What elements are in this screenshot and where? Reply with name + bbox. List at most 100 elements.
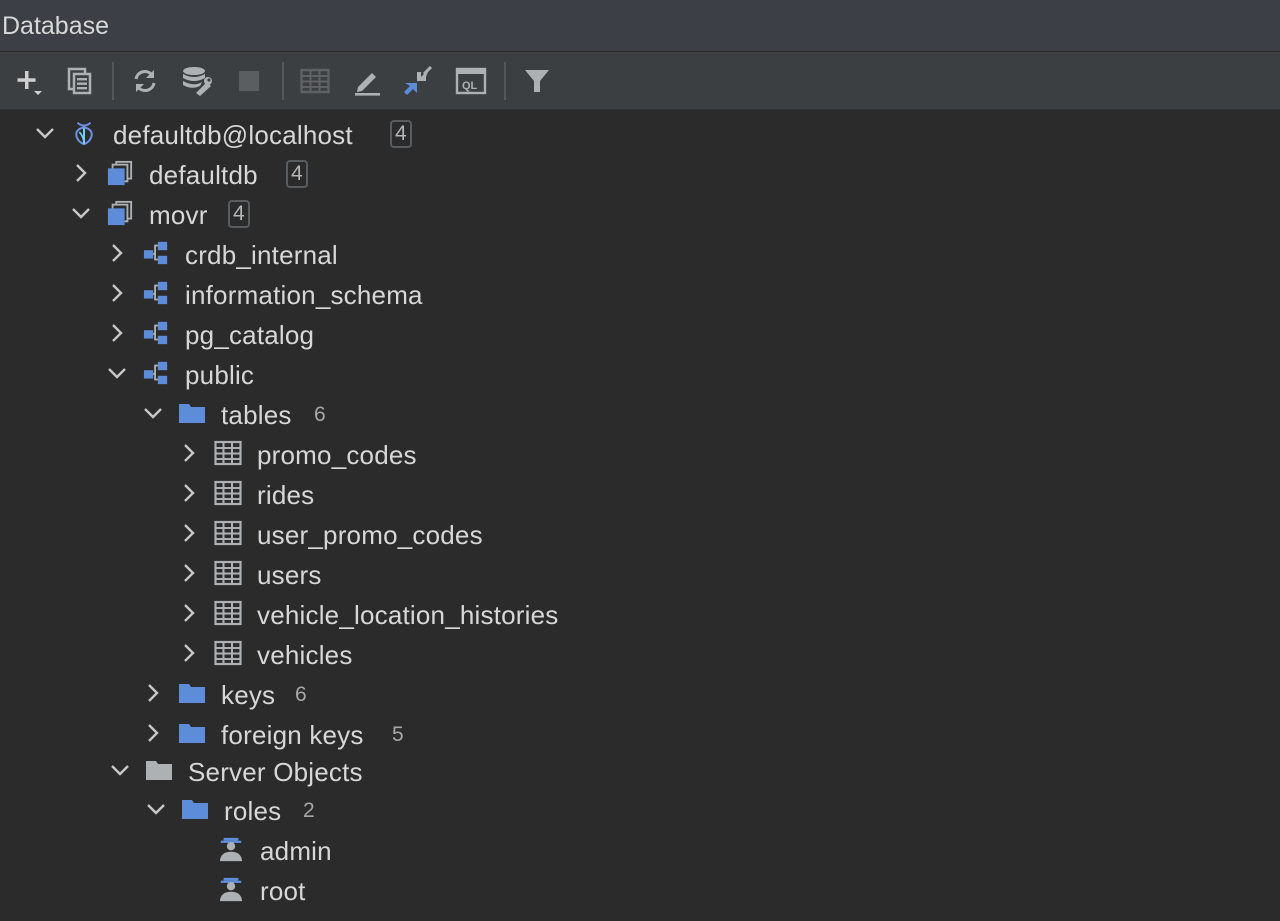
count-badge: 4 [286,160,308,188]
tree-node-label: rides [257,480,315,510]
chevron-down-icon[interactable] [106,362,128,384]
chevron-right-icon[interactable] [106,282,128,304]
table-editor-button[interactable] [297,64,333,98]
database-icon [107,200,133,226]
count-label: 2 [303,799,315,822]
tree-node-data-source[interactable]: defaultdb@localhost 4 [0,113,1280,153]
database-icon [107,160,133,186]
table-icon [214,640,242,666]
sql-console-icon: QL [455,67,487,95]
refresh-button[interactable] [127,64,163,98]
tree-node-label: roles [224,796,282,826]
chevron-down-icon[interactable] [145,798,167,820]
chevron-down-icon[interactable] [109,759,131,781]
tree-node-label: public [185,360,255,390]
sql-console-button[interactable]: QL [453,64,489,98]
count-badge: 4 [228,200,250,228]
count-label: 5 [392,723,404,746]
duplicate-button[interactable] [62,64,98,98]
edit-button[interactable] [349,64,385,98]
folder-icon [182,800,208,819]
tree-node-schema[interactable]: public [0,353,1280,393]
table-icon [214,600,242,626]
user-role-icon [219,877,243,902]
tree-node-schema[interactable]: information_schema [0,273,1280,313]
chevron-right-icon[interactable] [70,162,92,184]
folder-icon [179,404,205,423]
chevron-down-icon[interactable] [34,122,56,144]
chevron-right-icon[interactable] [142,722,164,744]
tool-window-header: Database [0,0,1280,52]
jump-to-console-button[interactable] [401,64,437,98]
tree-node-label: users [257,560,322,590]
cockroachdb-icon [75,121,93,146]
tree-node-label: movr [149,200,208,230]
tree-node-role[interactable]: admin [0,829,1280,869]
count-label: 6 [295,683,307,706]
toolbar-separator [282,62,284,100]
chevron-right-icon[interactable] [178,642,200,664]
tree-node-folder-keys[interactable]: keys 6 [0,673,1280,713]
folder-icon [179,684,205,703]
jump-to-console-icon [404,66,433,95]
chevron-down-icon[interactable] [142,402,164,424]
toolbar-separator [112,62,114,100]
chevron-right-icon[interactable] [178,442,200,464]
tree-node-table[interactable]: users [0,553,1280,593]
table-icon [214,520,242,546]
tree-node-label: promo_codes [257,440,417,470]
tree-node-label: vehicles [257,640,353,670]
count-label: 6 [314,403,326,426]
tree-node-table[interactable]: vehicle_location_histories [0,593,1280,633]
tree-node-label: vehicle_location_histories [257,600,559,630]
tree-node-table[interactable]: vehicles [0,633,1280,673]
table-icon [214,560,242,586]
tree-node-label: Server Objects [188,757,363,787]
tree-node-label: user_promo_codes [257,520,483,550]
chevron-right-icon[interactable] [142,682,164,704]
tree-node-label: defaultdb [149,160,258,190]
tree-node-label: tables [221,400,292,430]
chevron-down-icon[interactable] [70,202,92,224]
tree-node-table[interactable]: rides [0,473,1280,513]
chevron-right-icon[interactable] [178,562,200,584]
chevron-right-icon[interactable] [106,242,128,264]
tree-node-table[interactable]: user_promo_codes [0,513,1280,553]
chevron-right-icon[interactable] [178,482,200,504]
tree-node-schema[interactable]: pg_catalog [0,313,1280,353]
tree-node-table[interactable]: promo_codes [0,433,1280,473]
tree-node-server-objects[interactable]: Server Objects [0,750,1280,790]
schema-icon [143,281,168,305]
tree-node-label: admin [260,836,332,866]
tree-node-folder-roles[interactable]: roles 2 [0,789,1280,829]
add-icon [17,71,42,95]
duplicate-icon [67,67,92,95]
filter-icon [525,70,549,92]
tree-node-label: crdb_internal [185,240,338,270]
tree-node-label: foreign keys [221,720,364,750]
tree-node-folder-tables[interactable]: tables 6 [0,393,1280,433]
chevron-right-icon[interactable] [178,522,200,544]
tree-node-label: defaultdb@localhost [113,120,353,150]
filter-button[interactable] [519,64,555,98]
chevron-right-icon[interactable] [178,602,200,624]
data-source-properties-button[interactable] [179,64,215,98]
tree-node-schema[interactable]: crdb_internal [0,233,1280,273]
schema-icon [143,241,168,265]
svg-text:QL: QL [462,80,478,92]
tree-node-label: pg_catalog [185,320,315,350]
database-tree: defaultdb@localhost 4 defaultdb 4 movr 4 [0,110,1280,921]
stop-button[interactable] [231,64,267,98]
add-button[interactable] [10,64,46,98]
user-role-icon [219,837,243,862]
tree-node-folder-foreign-keys[interactable]: foreign keys 5 [0,713,1280,753]
tree-node-label: keys [221,680,276,710]
table-icon [214,480,242,506]
tree-node-database-movr[interactable]: movr 4 [0,193,1280,233]
tree-node-database-defaultdb[interactable]: defaultdb 4 [0,153,1280,193]
tree-node-role[interactable]: root [0,869,1280,909]
chevron-right-icon[interactable] [106,322,128,344]
toolbar-separator [504,62,506,100]
folder-icon [179,724,205,743]
folder-icon [146,761,172,780]
